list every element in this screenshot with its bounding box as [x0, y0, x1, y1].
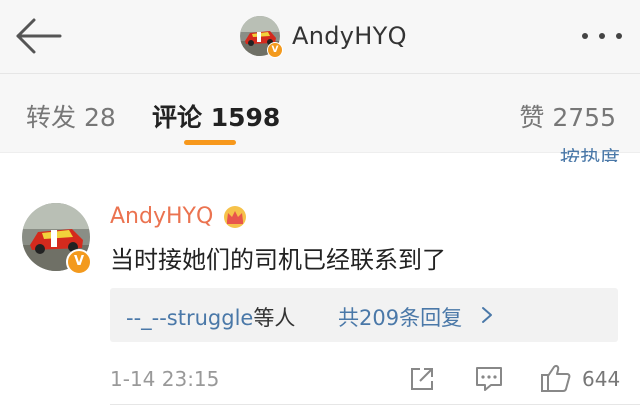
verified-badge-icon: V: [267, 42, 283, 58]
thumbs-up-icon[interactable]: [540, 363, 572, 393]
replies-preview[interactable]: --_--struggle等人 共209条回复: [110, 288, 618, 342]
tab-repost[interactable]: 转发 28: [26, 98, 116, 134]
comment-icon[interactable]: [474, 365, 504, 393]
divider: [110, 404, 640, 405]
avatar[interactable]: V: [22, 203, 92, 275]
reply-users: --_--struggle等人: [126, 306, 296, 330]
share-icon[interactable]: [408, 365, 436, 393]
comment-timestamp: 1-14 23:15: [110, 367, 220, 391]
crown-icon: [224, 205, 247, 228]
tab-bar: 转发 28 评论 1598 赞 2755: [0, 74, 640, 153]
header-user[interactable]: V AndyHYQ: [240, 13, 407, 59]
active-tab-indicator: [184, 140, 236, 145]
header-username[interactable]: AndyHYQ: [292, 22, 407, 50]
tab-comments[interactable]: 评论 1598: [152, 98, 280, 134]
reply-count-link[interactable]: 共209条回复: [338, 302, 462, 332]
sort-by-hot-toggle[interactable]: 按热度: [560, 140, 620, 162]
back-arrow-icon[interactable]: [14, 16, 66, 56]
like-count: 644: [582, 367, 621, 391]
tab-likes[interactable]: 赞 2755: [519, 98, 616, 134]
top-nav-bar: V AndyHYQ: [0, 0, 640, 74]
verified-badge-icon: V: [66, 249, 92, 275]
comment-text: 当时接她们的司机已经联系到了: [110, 246, 446, 274]
comment-username[interactable]: AndyHYQ: [110, 204, 213, 229]
comment-footer: 1-14 23:15 644: [110, 365, 630, 395]
chevron-right-icon: [482, 307, 492, 323]
avatar[interactable]: V: [240, 16, 283, 58]
more-dots-icon[interactable]: [582, 22, 622, 50]
